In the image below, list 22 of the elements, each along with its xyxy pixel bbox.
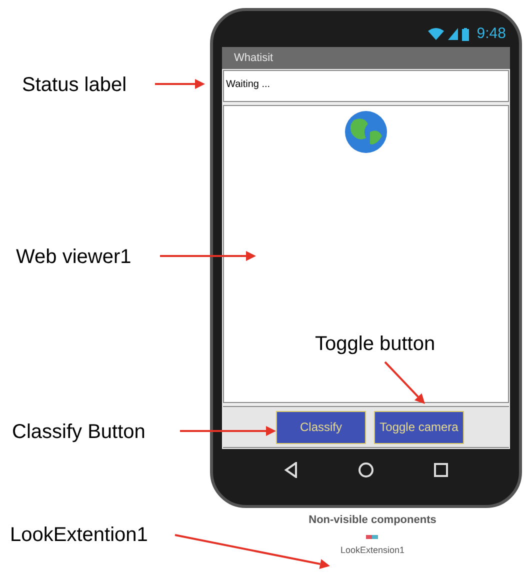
app-button[interactable]: Toggle camera [374, 410, 464, 444]
arrow [384, 361, 425, 404]
arrow [155, 79, 205, 89]
recents-icon[interactable] [434, 463, 448, 477]
annotation-label: Web viewer1 [16, 245, 132, 270]
status-time: 9:48 [476, 24, 506, 44]
wifi-icon [428, 28, 444, 40]
annotation-label: LookExtention1 [10, 523, 148, 548]
app-button[interactable]: Classify [276, 410, 366, 444]
component-name: LookExtension1 [340, 544, 405, 556]
status-label: Waiting ... [223, 70, 509, 102]
app-title: Whatisit [234, 50, 274, 66]
annotation-label: Status label [22, 73, 127, 98]
battery-icon [462, 28, 469, 40]
signal-icon [448, 28, 458, 40]
globe-icon [344, 110, 388, 154]
non-visible-heading: Non-visible components [308, 513, 436, 528]
annotation-label: Classify Button [12, 420, 146, 445]
back-icon[interactable] [284, 462, 298, 478]
extension-icon [366, 534, 378, 538]
home-icon[interactable] [358, 462, 374, 478]
annotation-label: Toggle button [315, 332, 436, 357]
